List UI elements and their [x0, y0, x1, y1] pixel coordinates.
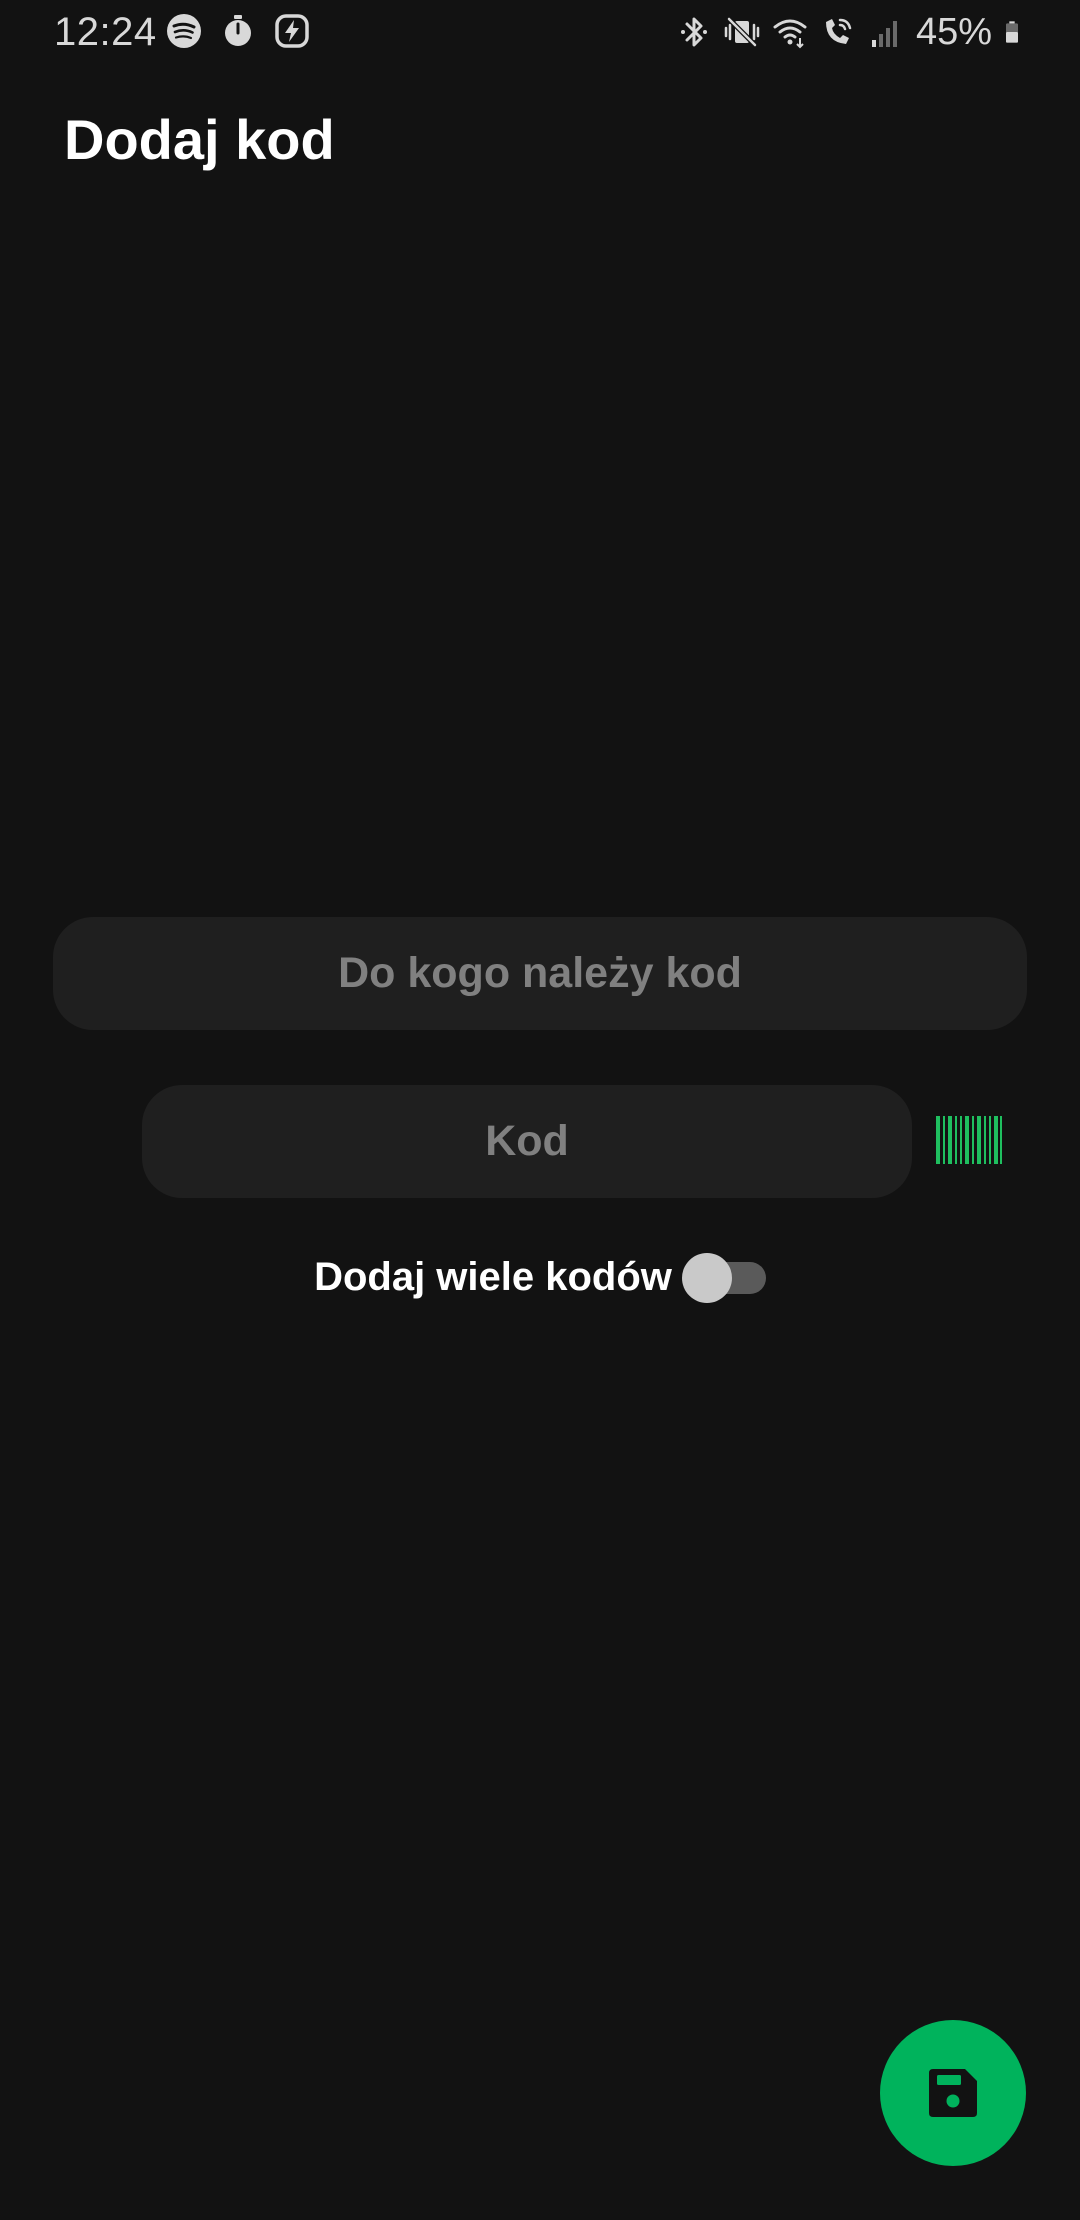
save-fab-button[interactable]	[880, 2020, 1026, 2166]
code-field-container	[142, 1084, 912, 1199]
status-right-icons: 45%	[676, 10, 1028, 54]
stopwatch-icon	[225, 15, 251, 46]
switch-thumb	[681, 1253, 732, 1303]
status-time: 12:24	[54, 10, 157, 54]
multi-code-switch[interactable]	[681, 1251, 766, 1303]
bluetooth-icon	[680, 17, 707, 47]
owner-field-container	[53, 916, 1027, 1031]
add-code-screen: 12:24 45% Dodaj kod Do kogo należy kod K…	[0, 0, 1080, 2220]
charging-bolt-icon	[275, 14, 309, 48]
multi-code-toggle-row: Dodaj wiele kodów	[0, 1245, 1080, 1309]
multi-code-label: Dodaj wiele kodów	[314, 1254, 672, 1299]
page-title: Dodaj kod	[64, 108, 335, 171]
scan-barcode-button[interactable]	[934, 1112, 1004, 1168]
wifi-icon	[773, 19, 807, 49]
status-left-icons	[166, 13, 310, 49]
battery-percent: 45%	[915, 11, 992, 53]
spotify-icon	[167, 14, 201, 48]
vibrate-mute-icon	[724, 17, 760, 47]
status-bar: 12:24 45%	[0, 0, 1080, 64]
code-input[interactable]	[142, 1084, 912, 1199]
save-icon	[929, 2069, 977, 2117]
battery-icon	[1006, 21, 1018, 43]
wifi-calling-icon	[825, 18, 852, 44]
signal-icon	[871, 21, 897, 47]
barcode-icon	[936, 1116, 1002, 1164]
owner-input[interactable]	[53, 916, 1027, 1031]
